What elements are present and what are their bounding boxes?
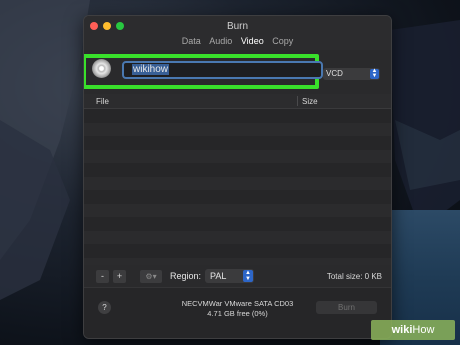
table-row bbox=[84, 109, 391, 123]
region-label: Region: bbox=[170, 271, 202, 281]
chevron-updown-icon: ▲ ▼ bbox=[243, 270, 253, 282]
region-select[interactable]: PAL ▲ ▼ bbox=[205, 269, 254, 283]
region-value: PAL bbox=[210, 271, 227, 281]
window-title: Burn bbox=[226, 21, 249, 32]
disc-name-input[interactable]: wikihow bbox=[122, 61, 323, 79]
tab-video[interactable]: Video bbox=[241, 36, 264, 46]
file-table-header: File Size bbox=[84, 94, 391, 109]
disc-icon bbox=[92, 59, 111, 78]
column-divider bbox=[297, 96, 298, 106]
table-row bbox=[84, 122, 391, 136]
tab-copy[interactable]: Copy bbox=[272, 36, 293, 46]
add-file-button[interactable]: + bbox=[113, 270, 126, 283]
table-row bbox=[84, 190, 391, 204]
remove-file-button[interactable]: - bbox=[96, 270, 109, 283]
wikihow-watermark: wikiHow bbox=[371, 320, 455, 340]
burn-button[interactable]: Burn bbox=[316, 301, 377, 314]
footer: ? NECVMWar VMware SATA CD03 4.71 GB free… bbox=[84, 287, 391, 338]
tab-data[interactable]: Data bbox=[182, 36, 201, 46]
disc-name-value: wikihow bbox=[132, 64, 170, 75]
watermark-wiki: wiki bbox=[391, 324, 413, 336]
column-header-size[interactable]: Size bbox=[302, 97, 318, 106]
table-controls-bar: - + ⚙▾ Region: PAL ▲ ▼ Total size: 0 KB bbox=[84, 265, 391, 287]
table-row bbox=[84, 217, 391, 231]
title-bar[interactable]: Burn Data Audio Video Copy bbox=[84, 16, 391, 50]
watermark-how: How bbox=[412, 324, 435, 336]
table-row bbox=[84, 163, 391, 177]
file-table: File Size bbox=[84, 94, 391, 274]
disc-format-value: VCD bbox=[326, 69, 343, 78]
table-row bbox=[84, 176, 391, 190]
total-size-text: Total size: 0 KB bbox=[326, 272, 382, 281]
table-row bbox=[84, 136, 391, 150]
gear-menu-button[interactable]: ⚙▾ bbox=[140, 270, 162, 283]
mode-tabs: Data Audio Video Copy bbox=[84, 36, 391, 46]
column-header-file[interactable]: File bbox=[96, 97, 109, 106]
disc-format-select[interactable]: VCD ▲ ▼ bbox=[323, 68, 380, 80]
file-table-body[interactable] bbox=[84, 109, 391, 271]
table-row bbox=[84, 203, 391, 217]
chevron-updown-icon: ▲ ▼ bbox=[370, 68, 379, 79]
table-row bbox=[84, 149, 391, 163]
table-row bbox=[84, 230, 391, 244]
table-row bbox=[84, 244, 391, 258]
burn-window: Burn Data Audio Video Copy wikihow VCD ▲… bbox=[83, 15, 392, 339]
tab-audio[interactable]: Audio bbox=[209, 36, 232, 46]
